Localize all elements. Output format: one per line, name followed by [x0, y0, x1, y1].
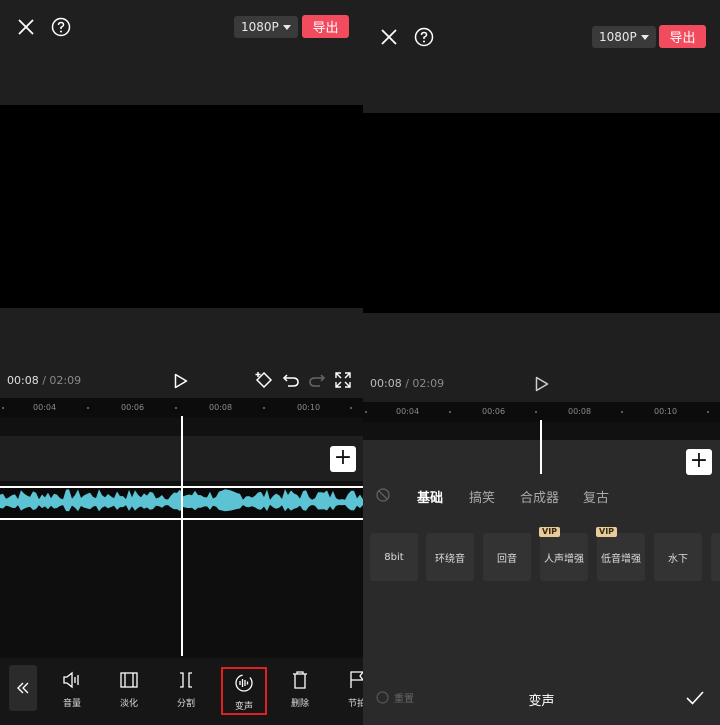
left-editor-screen: 1080P 导出 00:08 / 02:09 00:04 00:06 00:08…: [0, 0, 363, 725]
playback-controls: 00:08 / 02:09: [363, 313, 720, 402]
video-preview: [0, 105, 363, 308]
close-icon[interactable]: [14, 15, 38, 39]
tool-split[interactable]: 分割: [164, 668, 208, 712]
redo-icon[interactable]: [306, 369, 328, 391]
top-bar: 1080P 导出: [363, 0, 720, 113]
effect-label: 水下: [668, 553, 688, 565]
ruler-dot: [263, 407, 265, 409]
none-effect-icon[interactable]: [375, 487, 391, 503]
resolution-label: 1080P: [599, 30, 637, 44]
effect-label: 8bit: [384, 551, 404, 563]
ruler-tick: 00:08: [209, 403, 233, 412]
timecode: 00:08 / 02:09: [370, 377, 444, 390]
resolution-dropdown[interactable]: 1080P: [234, 16, 298, 38]
timecode: 00:08 / 02:09: [7, 374, 81, 387]
vip-badge: VIP: [596, 527, 618, 537]
voice-change-icon: [234, 671, 254, 695]
video-preview: [363, 113, 720, 313]
vip-badge: VIP: [539, 527, 561, 537]
fullscreen-icon[interactable]: [332, 369, 354, 391]
tab-synthesizer[interactable]: 合成器: [520, 487, 559, 506]
ruler-tick: 00:04: [396, 407, 420, 416]
ruler-dot: [365, 411, 367, 413]
ruler-dot: [449, 411, 451, 413]
ruler-tick: 00:06: [482, 407, 506, 416]
timeline-ruler: 00:04 00:06 00:08 00:10: [0, 398, 363, 418]
ruler-tick: 00:10: [654, 407, 678, 416]
resolution-dropdown[interactable]: 1080P: [592, 26, 656, 48]
effect-label: 低音增强: [601, 553, 641, 565]
ruler-tick: 00:08: [568, 407, 592, 416]
add-clip-button[interactable]: +: [330, 446, 356, 472]
time-separator: /: [38, 374, 50, 387]
tool-label: 音量: [62, 699, 81, 709]
effect-8bit[interactable]: 8bit: [370, 533, 418, 581]
fade-icon: [120, 668, 138, 692]
ruler-tick: 00:06: [121, 403, 145, 412]
effect-echo[interactable]: 回音: [483, 533, 531, 581]
tool-voice-change[interactable]: 变声: [221, 667, 267, 715]
ruler-dot: [350, 407, 352, 409]
right-voice-change-screen: 1080P 导出 00:08 / 02:09 00:04 00:06 00:08…: [363, 0, 720, 725]
add-clip-button[interactable]: +: [686, 449, 712, 475]
playhead[interactable]: [540, 420, 542, 474]
ruler-dot: [2, 407, 4, 409]
panel-title: 变声: [528, 694, 555, 709]
undo-icon[interactable]: [280, 369, 302, 391]
caret-down-icon: [640, 34, 649, 40]
effect-partial[interactable]: [711, 533, 720, 581]
tool-label: 节拍: [347, 699, 363, 709]
effect-bass-boost[interactable]: VIP 低音增强: [596, 527, 645, 581]
ruler-dot: [535, 411, 537, 413]
tool-label: 淡化: [119, 699, 138, 709]
effect-vocal-boost[interactable]: VIP 人声增强: [539, 527, 588, 581]
play-icon[interactable]: [170, 370, 192, 392]
close-icon[interactable]: [377, 25, 401, 49]
resolution-label: 1080P: [241, 20, 279, 34]
collapse-back-icon[interactable]: [9, 665, 37, 711]
keyframe-icon[interactable]: [253, 369, 275, 391]
caret-down-icon: [282, 24, 291, 30]
beat-flag-icon: [349, 668, 363, 692]
tool-volume[interactable]: 音量: [50, 668, 94, 712]
tool-label: 删除: [290, 699, 309, 709]
play-icon[interactable]: [531, 373, 553, 395]
effect-surround[interactable]: 环绕音: [426, 533, 474, 581]
ruler-dot: [707, 411, 709, 413]
ruler-tick: 00:04: [33, 403, 57, 412]
ruler-tick: 00:10: [297, 403, 321, 412]
playhead[interactable]: [181, 416, 183, 656]
effect-label: 人声增强: [544, 553, 584, 565]
total-time: 02:09: [412, 377, 445, 390]
tool-fade[interactable]: 淡化: [107, 668, 151, 712]
volume-icon: [62, 668, 82, 692]
effect-underwater[interactable]: 水下: [654, 533, 702, 581]
split-icon: [178, 668, 194, 692]
delete-icon: [292, 668, 308, 692]
tool-label: 变声: [234, 702, 253, 712]
tool-beat[interactable]: 节拍: [335, 668, 363, 712]
ruler-dot: [621, 411, 623, 413]
tab-retro[interactable]: 复古: [583, 487, 609, 506]
ruler-dot: [175, 407, 177, 409]
effect-label: 环绕音: [435, 553, 465, 565]
export-button[interactable]: 导出: [659, 25, 706, 48]
confirm-check-icon[interactable]: [683, 687, 707, 709]
current-time: 00:08: [370, 377, 402, 390]
playback-controls: 00:08 / 02:09: [0, 308, 363, 398]
export-button[interactable]: 导出: [302, 15, 349, 38]
effect-label: 回音: [497, 553, 517, 565]
tool-label: 分割: [176, 699, 195, 709]
help-icon[interactable]: [412, 25, 436, 49]
tool-delete[interactable]: 删除: [278, 668, 322, 712]
tab-funny[interactable]: 搞笑: [469, 487, 495, 506]
current-time: 00:08: [7, 374, 39, 387]
top-bar: 1080P 导出: [0, 0, 363, 105]
help-icon[interactable]: [49, 15, 73, 39]
ruler-dot: [87, 407, 89, 409]
timeline-ruler: 00:04 00:06 00:08 00:10: [363, 402, 720, 422]
tab-basic[interactable]: 基础: [417, 487, 443, 506]
total-time: 02:09: [49, 374, 82, 387]
time-separator: /: [401, 377, 413, 390]
